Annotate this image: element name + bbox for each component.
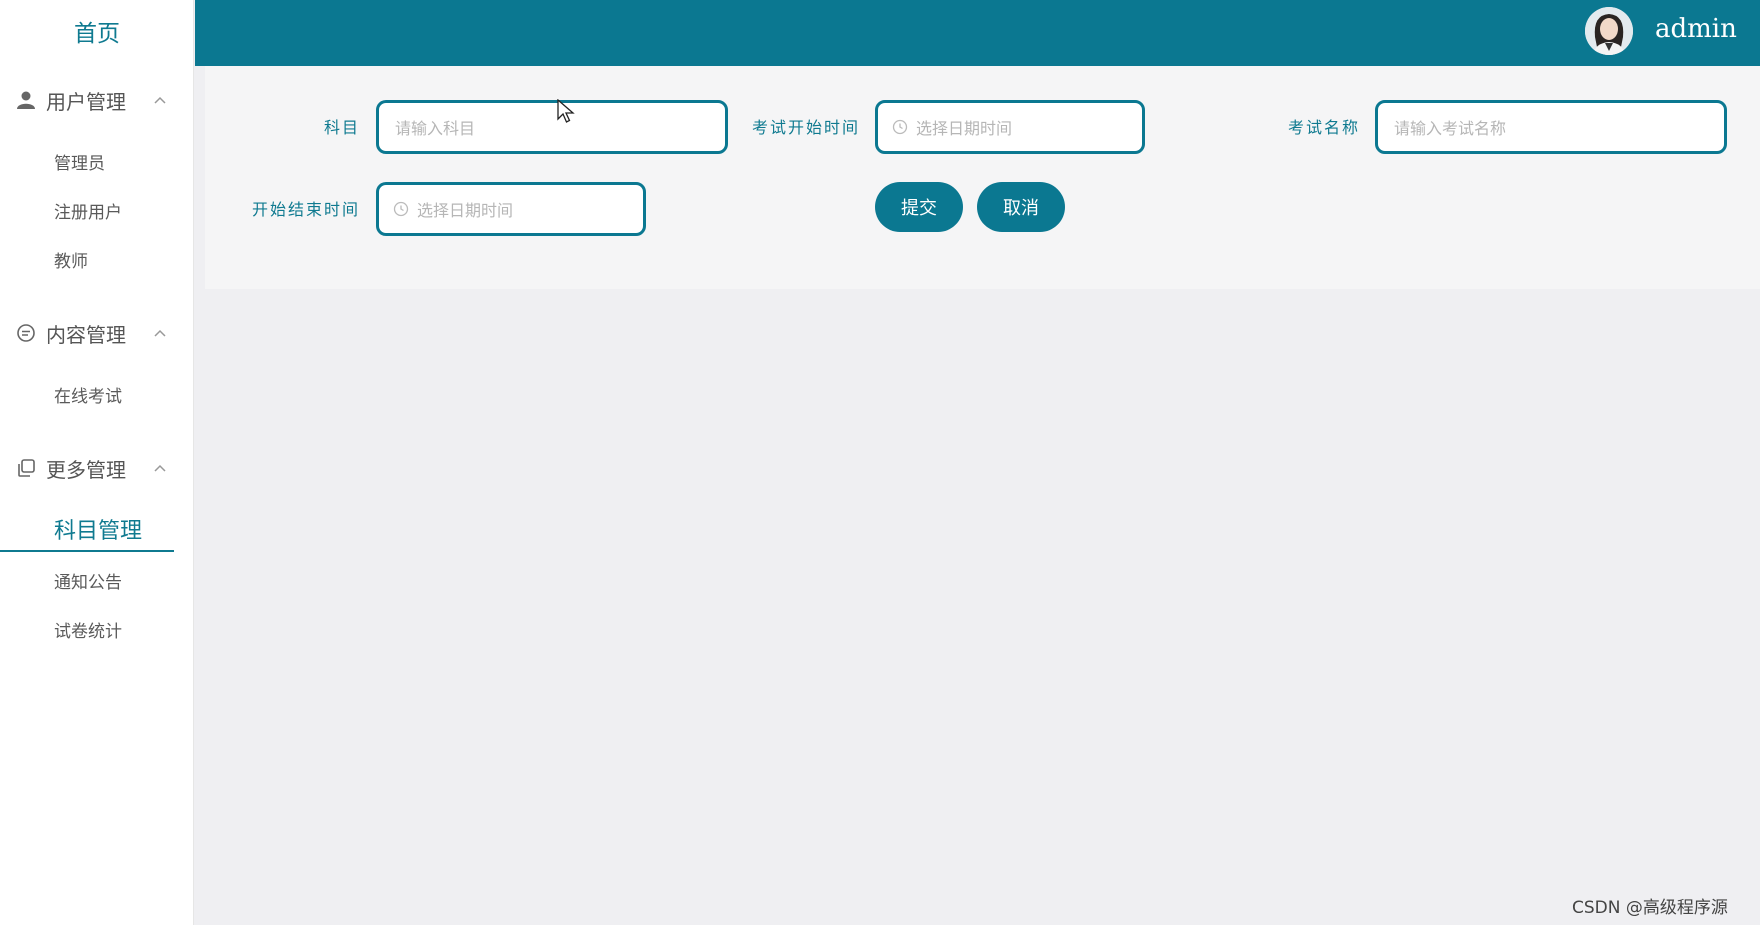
user-icon [15,89,37,111]
copy-icon [15,457,37,479]
sidebar-item-registered-users[interactable]: 注册用户 [0,189,174,231]
clock-icon [892,119,908,135]
chevron-up-icon [152,92,168,108]
menu-group-label: 更多管理 [46,457,126,482]
exam-name-input[interactable]: 请输入考试名称 [1375,100,1727,154]
sidebar-item-subject-management[interactable]: 科目管理 [0,508,174,552]
menu-group-more-management[interactable]: 更多管理 [0,448,194,488]
sidebar-item-admin[interactable]: 管理员 [0,140,174,182]
exam-start-time-picker[interactable]: 选择日期时间 [875,100,1145,154]
menu-group-label: 用户管理 [46,89,126,114]
chevron-up-icon [152,325,168,341]
home-link[interactable]: 首页 [0,0,194,62]
start-end-time-picker[interactable]: 选择日期时间 [376,182,646,236]
watermark: CSDN @高级程序源 [1572,898,1728,918]
sidebar-item-notices[interactable]: 通知公告 [0,559,174,601]
start-end-time-placeholder: 选择日期时间 [417,201,514,220]
sidebar-item-online-exam[interactable]: 在线考试 [0,373,174,415]
exam-start-time-placeholder: 选择日期时间 [916,119,1013,138]
clock-icon [393,201,409,217]
menu-group-content-management[interactable]: 内容管理 [0,313,194,353]
username[interactable]: admin [1655,14,1737,44]
top-bar [195,0,1760,66]
menu-group-label: 内容管理 [46,322,126,347]
submit-button[interactable]: 提交 [875,182,963,232]
chevron-up-icon [152,460,168,476]
sidebar-item-teachers[interactable]: 教师 [0,238,174,280]
exam-name-input-placeholder: 请输入考试名称 [1394,119,1507,138]
subject-input[interactable]: 请输入科目 [376,100,728,154]
cancel-button[interactable]: 取消 [977,182,1065,232]
exam-start-time-label: 考试开始时间 [751,118,860,137]
exam-name-label: 考试名称 [1287,118,1360,137]
mouse-cursor-icon [557,98,575,125]
subject-label: 科目 [323,118,360,137]
sidebar-item-paper-stats[interactable]: 试卷统计 [0,608,174,650]
avatar[interactable] [1585,7,1633,55]
start-end-time-label: 开始结束时间 [251,200,360,219]
chat-icon [15,322,37,344]
sidebar: 首页 用户管理 管理员 注册用户 教师 内容管理 在线考试 更多管理 科目管理 … [0,0,194,925]
subject-input-placeholder: 请输入科目 [395,119,476,138]
menu-group-user-management[interactable]: 用户管理 [0,80,194,120]
